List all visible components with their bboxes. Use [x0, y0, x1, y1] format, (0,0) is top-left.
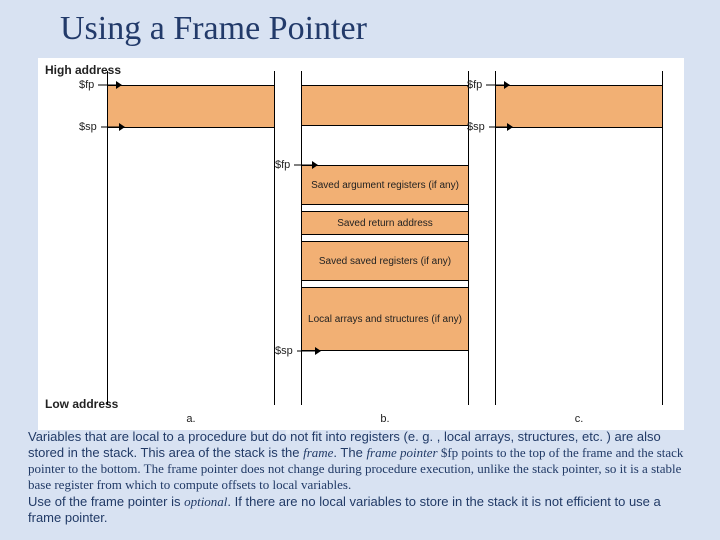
slide-title: Using a Frame Pointer — [0, 0, 720, 48]
arrow-right-icon — [101, 123, 125, 131]
segment-locals: Local arrays and structures (if any) — [302, 287, 468, 351]
arrow-right-icon — [297, 347, 321, 355]
arrow-right-icon — [98, 81, 122, 89]
column-label-a: a. — [107, 413, 275, 425]
term-frame: frame — [303, 445, 333, 460]
fp-pointer-b: $fp — [275, 159, 318, 171]
column-label-b: b. — [301, 413, 469, 425]
sp-pointer-c: $sp — [467, 121, 513, 133]
stack-column-a — [107, 71, 275, 405]
arrow-right-icon — [489, 123, 513, 131]
sp-label: $sp — [275, 345, 293, 357]
sp-label: $sp — [79, 121, 97, 133]
sp-pointer-a: $sp — [79, 121, 125, 133]
column-label-c: c. — [495, 413, 663, 425]
fp-label: $fp — [79, 79, 94, 91]
segment-saved-args: Saved argument registers (if any) — [302, 165, 468, 205]
term-frame-pointer: frame pointer — [366, 445, 437, 460]
body-paragraph: Variables that are local to a procedure … — [28, 429, 692, 527]
sp-label: $sp — [467, 121, 485, 133]
arrow-right-icon — [294, 161, 318, 169]
para-text: Use of the frame pointer is — [28, 494, 184, 509]
fp-pointer-a: $fp — [79, 79, 122, 91]
frame-pointer-diagram: High address Low address $fp $sp Saved a… — [38, 58, 684, 430]
sp-pointer-b: $sp — [275, 345, 321, 357]
segment-saved-regs: Saved saved registers (if any) — [302, 241, 468, 281]
term-optional: optional — [184, 494, 227, 509]
stack-column-b: Saved argument registers (if any) Saved … — [301, 71, 469, 405]
segment-saved-ra: Saved return address — [302, 211, 468, 235]
fp-pointer-c: $fp — [467, 79, 510, 91]
arrow-right-icon — [486, 81, 510, 89]
para-text: . The — [333, 445, 366, 460]
fp-label: $fp — [467, 79, 482, 91]
fp-label: $fp — [275, 159, 290, 171]
stack-column-c — [495, 71, 663, 405]
